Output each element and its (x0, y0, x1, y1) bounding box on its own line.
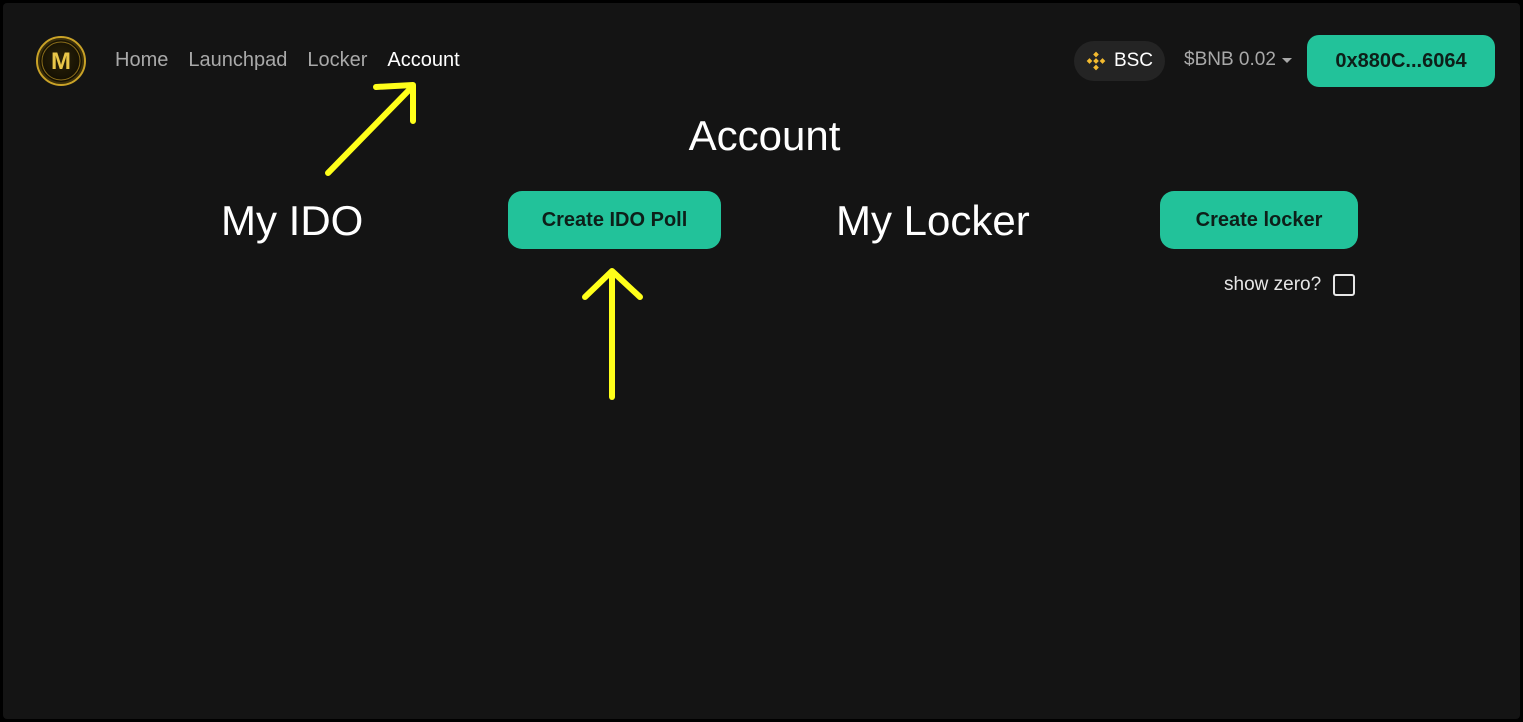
wallet-address-button[interactable]: 0x880C...6064 (1307, 35, 1495, 87)
annotation-arrowhead-create-ido (582, 268, 643, 300)
show-zero-checkbox[interactable] (1333, 274, 1356, 296)
nav-account[interactable]: Account (387, 48, 459, 72)
network-selector[interactable]: BSC (1074, 41, 1165, 81)
nav-launchpad[interactable]: Launchpad (188, 48, 287, 72)
brand-logo[interactable]: M (36, 36, 86, 86)
nav-locker[interactable]: Locker (307, 48, 367, 72)
my-ido-title: My IDO (221, 197, 364, 244)
bnb-chain-icon (1086, 51, 1106, 71)
network-label: BSC (1113, 50, 1154, 71)
create-ido-poll-button[interactable]: Create IDO Poll (508, 191, 721, 249)
balance-dropdown[interactable]: $BNB 0.02 (1184, 48, 1292, 72)
show-zero-control: show zero? (1224, 273, 1356, 297)
caret-down-icon (1281, 57, 1292, 63)
svg-text:M: M (51, 48, 71, 75)
my-locker-title: My Locker (836, 197, 1030, 244)
nav-home[interactable]: Home (115, 48, 168, 72)
page-title: Account (688, 112, 841, 159)
balance-label: $BNB 0.02 (1184, 49, 1276, 70)
show-zero-label: show zero? (1224, 274, 1322, 295)
main-nav: Home Launchpad Locker Account (115, 48, 460, 72)
app-window: M Home Launchpad Locker Account BSC $BNB… (3, 3, 1520, 719)
create-locker-button[interactable]: Create locker (1160, 191, 1358, 249)
logo-icon: M (41, 41, 81, 81)
